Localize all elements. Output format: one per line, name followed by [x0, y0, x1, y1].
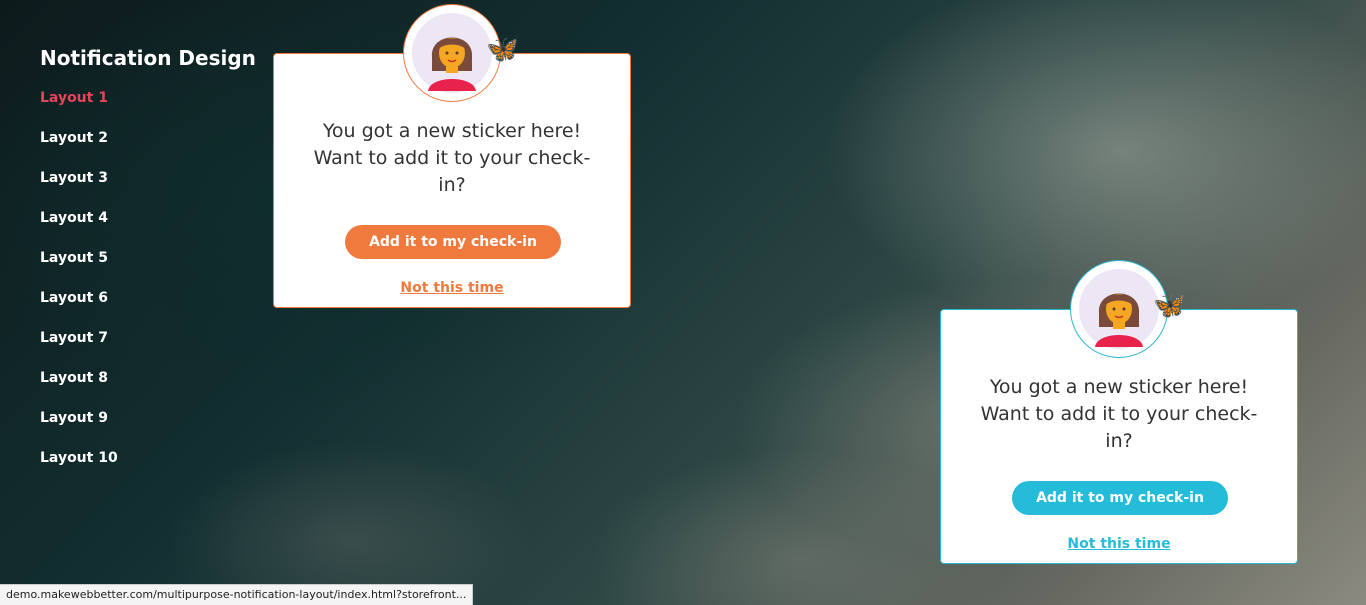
sidebar-item-layout-3[interactable]: Layout 3: [40, 164, 256, 204]
page-title: Notification Design: [40, 46, 256, 70]
browser-status-url: demo.makewebbetter.com/multipurpose-noti…: [0, 584, 474, 605]
not-this-time-link[interactable]: Not this time: [274, 280, 630, 296]
sidebar-item-layout-2[interactable]: Layout 2: [40, 124, 256, 164]
sidebar-item-layout-5[interactable]: Layout 5: [40, 244, 256, 284]
woman-avatar-icon: [412, 13, 492, 93]
sidebar-item-layout-10[interactable]: Layout 10: [40, 444, 256, 484]
butterfly-icon: 🦋: [486, 35, 519, 65]
woman-avatar-icon: [1079, 269, 1159, 349]
notification-card-orange: 🦋 You got a new sticker here! Want to ad…: [273, 4, 631, 308]
sidebar-item-layout-7[interactable]: Layout 7: [40, 324, 256, 364]
avatar: 🦋: [403, 4, 518, 102]
notification-card-teal: 🦋 You got a new sticker here! Want to ad…: [940, 260, 1298, 564]
add-to-check-in-button[interactable]: Add it to my check-in: [345, 225, 561, 259]
not-this-time-link[interactable]: Not this time: [941, 536, 1297, 552]
sidebar-item-layout-9[interactable]: Layout 9: [40, 404, 256, 444]
add-to-check-in-button[interactable]: Add it to my check-in: [1012, 481, 1228, 515]
butterfly-icon: 🦋: [1153, 291, 1186, 321]
notification-message: You got a new sticker here! Want to add …: [980, 376, 1258, 452]
sidebar-item-layout-1[interactable]: Layout 1: [40, 84, 256, 124]
avatar: 🦋: [1070, 260, 1185, 358]
layout-list: Layout 1 Layout 2 Layout 3 Layout 4 Layo…: [40, 84, 256, 484]
layout-sidebar: Notification Design Layout 1 Layout 2 La…: [40, 46, 256, 484]
notification-message: You got a new sticker here! Want to add …: [313, 120, 591, 196]
sidebar-item-layout-6[interactable]: Layout 6: [40, 284, 256, 324]
sidebar-item-layout-8[interactable]: Layout 8: [40, 364, 256, 404]
sidebar-item-layout-4[interactable]: Layout 4: [40, 204, 256, 244]
